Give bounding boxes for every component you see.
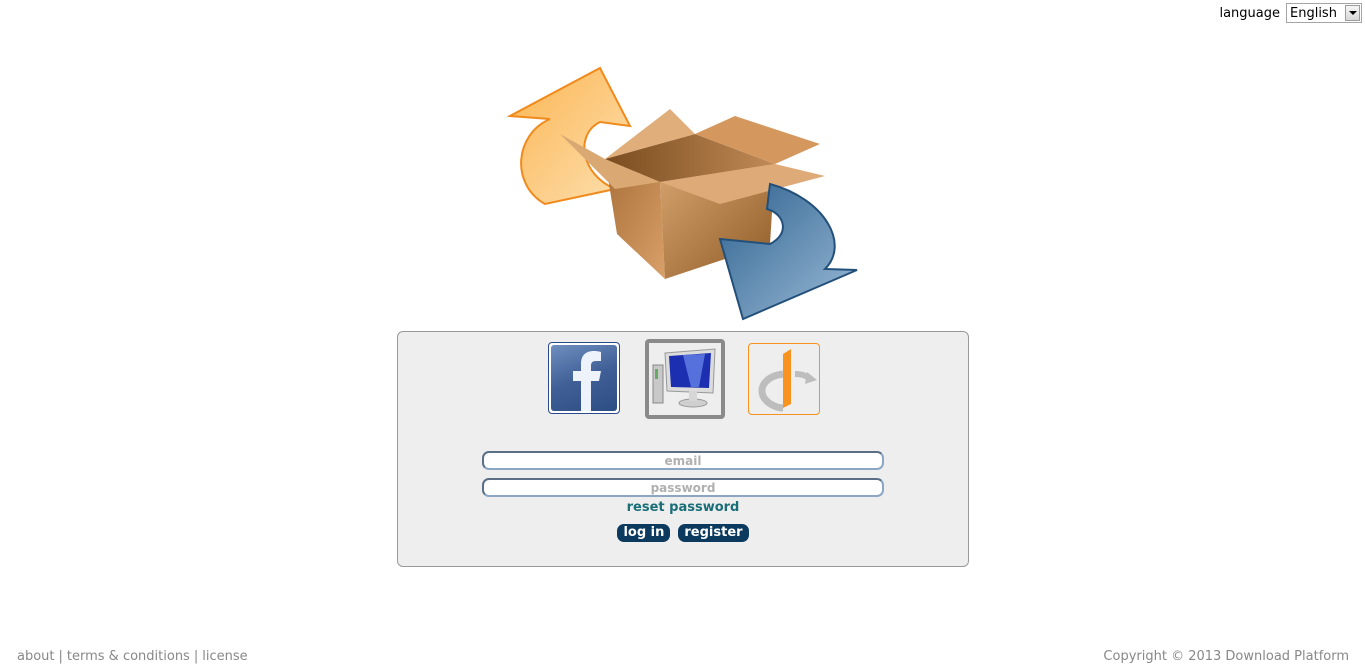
- openid-login-button[interactable]: [748, 343, 820, 415]
- chevron-down-icon[interactable]: [1345, 5, 1360, 21]
- language-select[interactable]: English: [1286, 3, 1362, 23]
- footer-links: about | terms & conditions | license: [17, 649, 248, 664]
- facebook-icon: [551, 345, 617, 411]
- email-input[interactable]: [482, 451, 884, 470]
- log-in-button[interactable]: log in: [617, 524, 671, 542]
- register-button[interactable]: register: [678, 524, 749, 542]
- license-link[interactable]: license: [202, 649, 247, 664]
- language-label: language: [1219, 5, 1280, 21]
- about-link[interactable]: about: [17, 649, 55, 664]
- language-selected-value: English: [1290, 5, 1337, 21]
- password-input[interactable]: [482, 478, 884, 497]
- reset-password-link[interactable]: reset password: [398, 500, 968, 515]
- footer-separator: |: [193, 649, 199, 664]
- copyright-text: Copyright © 2013 Download Platform: [1103, 649, 1349, 664]
- local-account-login-button[interactable]: [645, 339, 725, 419]
- computer-icon: [652, 348, 716, 408]
- openid-icon: [758, 349, 817, 412]
- login-panel: reset password log in register: [397, 331, 969, 567]
- facebook-login-button[interactable]: [548, 342, 620, 414]
- box-with-arrows-logo: [506, 66, 858, 321]
- terms-link[interactable]: terms & conditions: [67, 649, 190, 664]
- language-selector-bar: language English: [1219, 3, 1362, 23]
- login-actions: log in register: [398, 524, 968, 542]
- footer-separator: |: [58, 649, 63, 664]
